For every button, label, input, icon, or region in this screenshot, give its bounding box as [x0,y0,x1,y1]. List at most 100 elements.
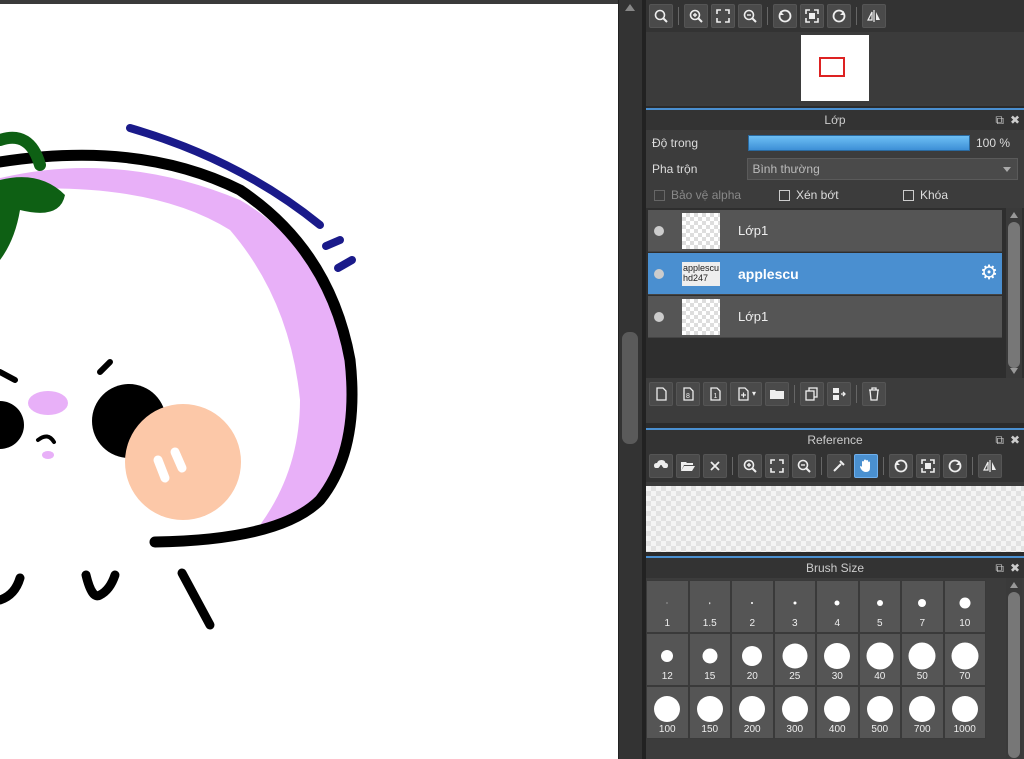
scroll-thumb[interactable] [1008,592,1020,758]
reset-rotation-icon[interactable] [916,454,940,478]
toolbar-separator [972,457,973,475]
visibility-icon[interactable] [648,225,670,236]
new-layer-icon[interactable] [649,382,673,406]
layer-row-selected[interactable]: applescu hd247 applescu ⚙ [648,253,1002,295]
fit-icon[interactable] [765,454,789,478]
rotate-left-icon[interactable] [889,454,913,478]
brush-dot-icon [654,696,681,722]
brush-size-cell[interactable]: 25 [773,633,816,686]
flip-icon[interactable] [978,454,1002,478]
brush-size-cell[interactable]: 1.5 [688,580,731,633]
open-folder-icon[interactable] [676,454,700,478]
clipping-checkbox[interactable]: Xén bớt [779,188,903,202]
brush-size-cell[interactable]: 10 [943,580,986,633]
lock-checkbox[interactable]: Khóa [903,188,948,202]
hand-icon[interactable] [854,454,878,478]
fit-icon[interactable] [711,4,735,28]
brush-size-scrollbar[interactable] [1006,578,1022,758]
scroll-down-icon[interactable] [1010,368,1018,374]
delete-icon[interactable] [862,382,886,406]
toolbar-separator [732,457,733,475]
brush-size-cell[interactable]: 1 [646,580,689,633]
zoom-in-icon[interactable] [684,4,708,28]
scroll-up-icon[interactable] [1010,212,1018,218]
brush-size-cell[interactable]: 4 [816,580,859,633]
brush-size-label: 150 [701,724,719,735]
visibility-icon[interactable] [648,268,670,279]
brush-size-cell[interactable]: 400 [816,686,859,739]
close-icon[interactable]: ✖ [1010,433,1020,448]
drawing-canvas[interactable] [0,4,618,759]
new-layer-1bit-icon[interactable]: 1 [703,382,727,406]
brush-size-cell[interactable]: 40 [858,633,901,686]
viewport-indicator[interactable] [819,57,845,77]
duplicate-icon[interactable] [800,382,824,406]
zoom-out-icon[interactable] [738,4,762,28]
eyedropper-icon[interactable] [827,454,851,478]
brush-size-cell[interactable]: 7 [901,580,944,633]
reference-canvas[interactable] [646,486,1024,552]
scroll-up-icon[interactable] [625,4,635,11]
brush-size-cell[interactable]: 12 [646,633,689,686]
opacity-slider[interactable] [748,135,970,151]
brush-size-cell[interactable]: 50 [901,633,944,686]
brush-size-cell[interactable]: 300 [773,686,816,739]
rotate-right-icon[interactable] [943,454,967,478]
popout-icon[interactable]: ⧉ [995,433,1004,448]
add-layer-menu-icon[interactable]: ▾ [730,382,762,406]
brush-size-cell[interactable]: 700 [901,686,944,739]
scroll-thumb[interactable] [622,332,638,444]
chevron-down-icon [1003,167,1011,172]
lock-label: Khóa [920,188,949,202]
opacity-label: Độ trong [652,136,699,150]
zoom-in-icon[interactable] [738,454,762,478]
popout-icon[interactable]: ⧉ [995,561,1004,576]
layer-row[interactable]: Lớp1 [648,210,1002,252]
new-layer-8bit-icon[interactable]: 8 [676,382,700,406]
visibility-icon[interactable] [648,311,670,322]
gear-icon[interactable]: ⚙ [980,263,998,283]
layer-row[interactable]: Lớp1 [648,296,1002,338]
brush-size-cell[interactable]: 1000 [943,686,986,739]
brush-size-cell[interactable]: 3 [773,580,816,633]
brush-size-cell[interactable]: 70 [943,633,986,686]
brush-dot-icon [824,643,851,669]
brush-size-cell[interactable]: 30 [816,633,859,686]
zoom-out-icon[interactable] [792,454,816,478]
brush-size-cell[interactable]: 2 [731,580,774,633]
scroll-up-icon[interactable] [1010,582,1018,588]
rotate-left-icon[interactable] [773,4,797,28]
blend-mode-select[interactable]: Bình thường [747,158,1018,180]
panel-title: Brush Size [805,561,865,575]
opacity-value: 100 % [976,136,1011,150]
brush-size-cell[interactable]: 150 [688,686,731,739]
close-icon[interactable] [703,454,727,478]
toolbar-separator [883,457,884,475]
rotate-right-icon[interactable] [827,4,851,28]
canvas-vertical-scrollbar[interactable] [618,0,642,759]
protect-alpha-checkbox[interactable]: Bảo vệ alpha [654,188,779,202]
brush-size-label: 30 [831,671,843,682]
brush-size-label: 400 [828,724,846,735]
merge-icon[interactable] [827,382,851,406]
close-icon[interactable]: ✖ [1010,561,1020,576]
brush-size-cell[interactable]: 200 [731,686,774,739]
popout-icon[interactable]: ⧉ [995,113,1004,128]
flip-icon[interactable] [862,4,886,28]
scroll-thumb[interactable] [1008,222,1020,368]
brush-size-cell[interactable]: 500 [858,686,901,739]
layer-list-scrollbar[interactable] [1006,208,1022,378]
brush-dot-icon [866,642,894,670]
brush-size-cell[interactable]: 100 [646,686,689,739]
brush-dot-icon [909,696,936,722]
upload-icon[interactable] [649,454,673,478]
navigator-preview[interactable] [646,32,1024,104]
zoom-icon[interactable] [649,4,673,28]
brush-size-cell[interactable]: 15 [688,633,731,686]
brush-size-cell[interactable]: 20 [731,633,774,686]
reset-rotation-icon[interactable] [800,4,824,28]
folder-icon[interactable] [765,382,789,406]
close-icon[interactable]: ✖ [1010,113,1020,128]
brush-size-cell[interactable]: 5 [858,580,901,633]
brush-dot-icon [781,696,808,722]
